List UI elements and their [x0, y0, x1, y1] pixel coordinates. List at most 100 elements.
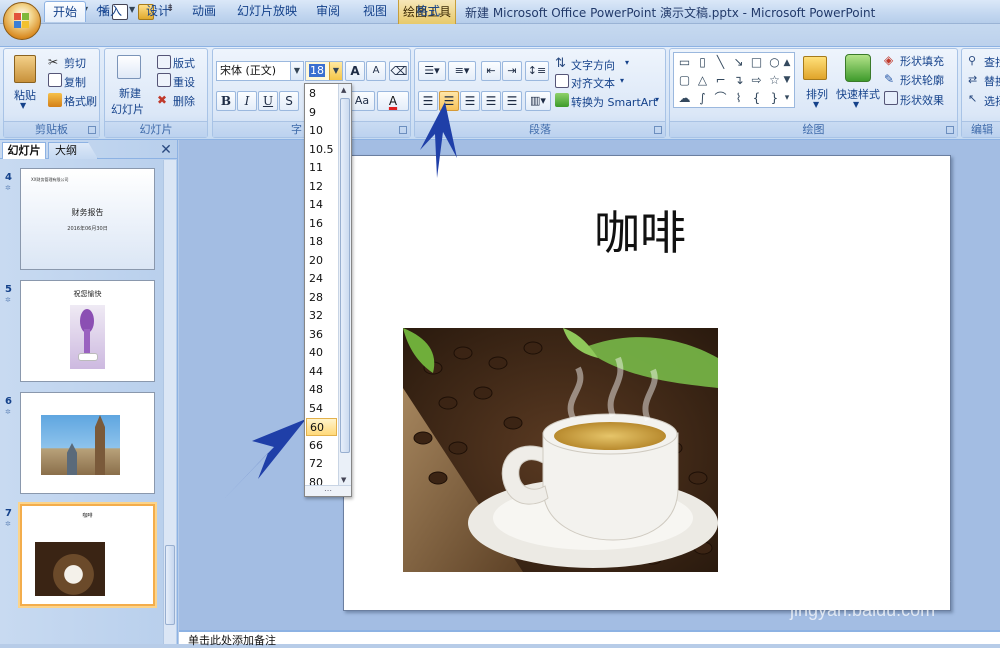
- font-family-combo[interactable]: 宋体 (正文) ▼: [216, 61, 304, 81]
- tab-design[interactable]: 设计: [140, 1, 176, 22]
- paste-icon[interactable]: [14, 55, 36, 83]
- arrange-dropdown-icon[interactable]: ▼: [813, 100, 819, 109]
- tab-format[interactable]: 格式: [408, 1, 448, 22]
- clipboard-launcher-icon[interactable]: [88, 126, 96, 134]
- font-size-option[interactable]: 9: [306, 104, 337, 122]
- rectangle-shape-icon[interactable]: □: [748, 54, 765, 71]
- resize-grip-icon[interactable]: ⋯: [305, 485, 351, 496]
- quick-styles-icon[interactable]: [845, 54, 871, 82]
- font-size-option[interactable]: 10.5: [306, 141, 337, 159]
- smartart-dropdown-icon[interactable]: ▾: [655, 95, 659, 104]
- freeform-shape-icon[interactable]: ⌇: [730, 90, 747, 107]
- copy-button[interactable]: 复制: [64, 74, 86, 90]
- layout-button[interactable]: 版式: [173, 55, 195, 71]
- tab-view[interactable]: 视图: [357, 1, 393, 22]
- font-size-option[interactable]: 44: [306, 363, 337, 381]
- underline-button[interactable]: U: [258, 91, 278, 111]
- scroll-down-icon[interactable]: ▼: [341, 476, 346, 484]
- font-size-combo[interactable]: 18 ▼: [305, 61, 343, 81]
- font-size-option[interactable]: 72: [306, 455, 337, 473]
- tab-slide-show[interactable]: 幻灯片放映: [232, 1, 302, 22]
- tab-review[interactable]: 审阅: [310, 1, 346, 22]
- arc-shape-icon[interactable]: ⌒: [712, 90, 729, 107]
- font-size-option[interactable]: 36: [306, 326, 337, 344]
- increase-indent-icon[interactable]: ⇥: [502, 61, 522, 81]
- italic-button[interactable]: I: [237, 91, 257, 111]
- line-spacing-icon[interactable]: ↕≡: [525, 61, 549, 81]
- elbow-arrow-icon[interactable]: ↴: [730, 72, 747, 89]
- textbox-shape-icon[interactable]: ▭: [676, 54, 693, 71]
- coffee-cup-image[interactable]: [403, 328, 718, 572]
- slide-thumbnail-selected[interactable]: 咖啡: [20, 504, 155, 606]
- select-button[interactable]: 选择: [984, 93, 1000, 109]
- drawing-launcher-icon[interactable]: [946, 126, 954, 134]
- text-direction-dropdown-icon[interactable]: ▾: [625, 58, 629, 67]
- text-direction-button[interactable]: 文字方向: [571, 57, 615, 73]
- rounded-rect-shape-icon[interactable]: ▢: [676, 72, 693, 89]
- font-size-option[interactable]: 18: [306, 233, 337, 251]
- triangle-shape-icon[interactable]: △: [694, 72, 711, 89]
- font-size-option[interactable]: 16: [306, 215, 337, 233]
- shape-outline-button[interactable]: 形状轮廓: [900, 72, 944, 88]
- bold-button[interactable]: B: [216, 91, 236, 111]
- convert-smartart-button[interactable]: 转换为 SmartArt: [571, 94, 657, 110]
- distribute-icon[interactable]: ☰: [502, 91, 522, 111]
- shape-effects-button[interactable]: 形状效果: [900, 92, 944, 108]
- delete-button[interactable]: 删除: [173, 93, 195, 109]
- tab-insert[interactable]: 插入: [92, 1, 128, 22]
- justify-icon[interactable]: ☰: [481, 91, 501, 111]
- tab-slides[interactable]: 幻灯片: [2, 142, 46, 159]
- paste-dropdown-icon[interactable]: ▼: [20, 101, 26, 110]
- slides-scrollbar[interactable]: [163, 160, 176, 644]
- columns-icon[interactable]: ▥▾: [525, 91, 551, 111]
- font-size-option[interactable]: 54: [306, 400, 337, 418]
- new-slide-icon[interactable]: [117, 55, 141, 79]
- font-size-option[interactable]: 66: [306, 437, 337, 455]
- align-text-dropdown-icon[interactable]: ▾: [620, 76, 624, 85]
- gallery-more-icon[interactable]: ▾: [780, 90, 794, 107]
- change-case-button[interactable]: Aa: [349, 91, 375, 111]
- slides-scroll-thumb[interactable]: [165, 545, 175, 625]
- font-family-dropdown-icon[interactable]: ▼: [290, 62, 303, 80]
- font-size-option[interactable]: 14: [306, 196, 337, 214]
- align-text-button[interactable]: 对齐文本: [571, 75, 615, 91]
- slide-title[interactable]: 咖啡: [594, 197, 704, 263]
- font-size-option[interactable]: 10: [306, 122, 337, 140]
- cloud-shape-icon[interactable]: ☁: [676, 90, 693, 107]
- bullets-icon[interactable]: ☰▾: [418, 61, 446, 81]
- notes-placeholder[interactable]: 单击此处添加备注: [188, 632, 276, 648]
- font-size-scrollbar[interactable]: ▲ ▼: [338, 84, 351, 486]
- font-size-scroll-thumb[interactable]: [340, 98, 350, 453]
- clear-format-icon[interactable]: ⌫: [389, 61, 409, 81]
- font-size-option[interactable]: 11: [306, 159, 337, 177]
- reset-button[interactable]: 重设: [173, 74, 195, 90]
- scroll-up-icon[interactable]: ▲: [341, 86, 346, 94]
- font-size-option[interactable]: 12: [306, 178, 337, 196]
- notes-pane[interactable]: [179, 630, 1000, 644]
- grow-font-button[interactable]: A: [345, 61, 365, 81]
- font-size-dropdown-list[interactable]: 8 9 10 10.5 11 12 14 16 18 20 24 28 32 36 40 44 48 54 60 66…: [304, 83, 352, 497]
- format-painter-button[interactable]: 格式刷: [64, 93, 97, 109]
- cut-button[interactable]: 剪切: [64, 55, 86, 71]
- font-size-option[interactable]: 32: [306, 307, 337, 325]
- quick-styles-dropdown-icon[interactable]: ▼: [853, 100, 859, 109]
- font-size-option[interactable]: 40: [306, 344, 337, 362]
- font-size-option[interactable]: 60: [306, 418, 337, 436]
- numbering-icon[interactable]: ≡▾: [448, 61, 476, 81]
- right-arrow-shape-icon[interactable]: ⇨: [748, 72, 765, 89]
- new-slide-label-line2[interactable]: 幻灯片: [111, 101, 144, 117]
- paragraph-launcher-icon[interactable]: [654, 126, 662, 134]
- font-size-option[interactable]: 24: [306, 270, 337, 288]
- strikethrough-icon[interactable]: S: [279, 91, 299, 111]
- find-button[interactable]: 查找: [984, 54, 1000, 70]
- curve-shape-icon[interactable]: ∫: [694, 90, 711, 107]
- replace-button[interactable]: 替换: [984, 73, 1000, 89]
- arrange-icon[interactable]: [803, 56, 827, 80]
- new-slide-label-line1[interactable]: 新建: [119, 85, 141, 101]
- font-size-option[interactable]: 20: [306, 252, 337, 270]
- font-size-option[interactable]: 28: [306, 289, 337, 307]
- shapes-gallery[interactable]: ▭ ▯ ╲ ↘ □ ○ ▢ △ ⌐ ↴ ⇨ ☆ ☁ ∫ ⌒ ⌇ { } ▲ ▼ …: [673, 52, 795, 108]
- close-pane-icon[interactable]: ✕: [159, 142, 173, 158]
- font-size-option[interactable]: 48: [306, 381, 337, 399]
- gallery-scroll-down-icon[interactable]: ▼: [780, 72, 794, 89]
